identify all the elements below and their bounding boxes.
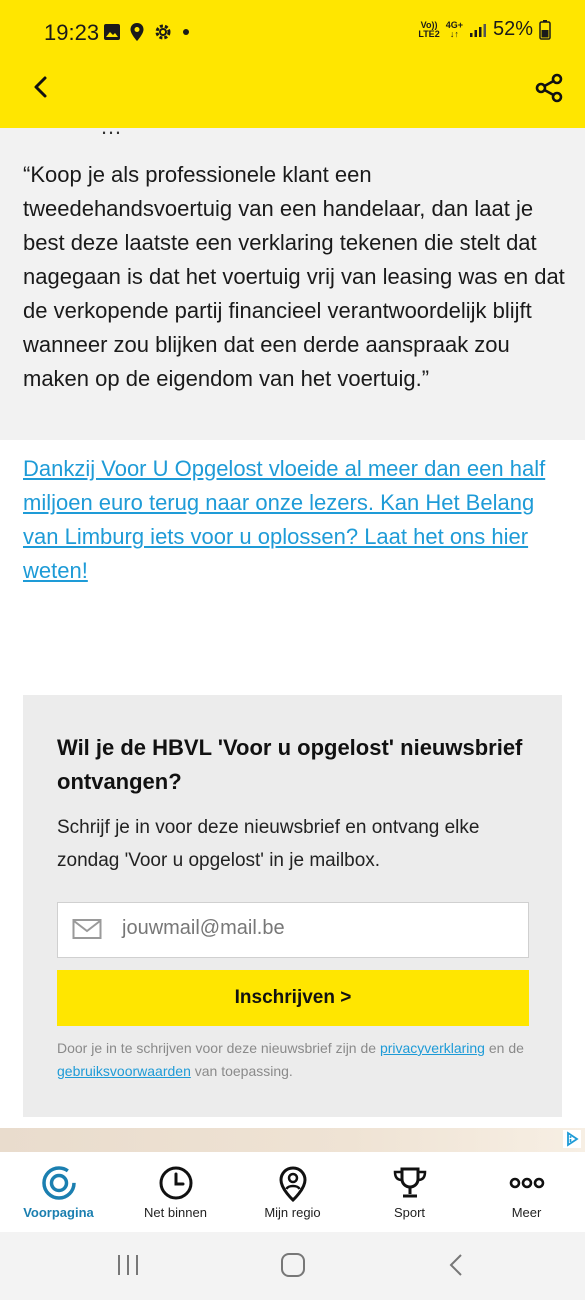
status-time: 19:23: [44, 20, 100, 45]
ad-banner[interactable]: [0, 1128, 585, 1152]
bottom-navigation: Voorpagina Net binnen Mijn regio Sport M…: [0, 1152, 585, 1232]
system-back-icon[interactable]: [446, 1252, 466, 1278]
clock-icon: [159, 1166, 192, 1200]
header: 19:23 Vo)) LTE2 4G+ ↓↑ 52%: [0, 0, 585, 128]
trophy-icon: [393, 1167, 426, 1198]
email-field[interactable]: jouwmail@mail.be: [57, 902, 529, 958]
battery-percent: 52%: [492, 18, 533, 40]
status-icons: [103, 22, 191, 42]
status-bar: 19:23 Vo)) LTE2 4G+ ↓↑ 52%: [0, 0, 585, 64]
more-dots-icon: [509, 1177, 544, 1189]
share-icon[interactable]: [533, 72, 565, 104]
home-ring-icon: [41, 1166, 76, 1200]
quote-block: … “Koop je als professionele klant een t…: [0, 114, 585, 440]
system-navigation-bar: [0, 1232, 585, 1300]
nav-voorpagina[interactable]: Voorpagina: [0, 1152, 117, 1232]
voor-u-opgelost-link[interactable]: Dankzij Voor U Opgelost vloeide al meer …: [23, 452, 563, 588]
data-indicator: 4G+ ↓↑: [445, 19, 463, 39]
nav-mijn-regio[interactable]: Mijn regio: [234, 1152, 351, 1232]
recent-apps-icon[interactable]: [116, 1252, 140, 1278]
clipped-text: …: [100, 114, 122, 139]
newsletter-legal-text: Door je in te schrijven voor deze nieuws…: [57, 1040, 524, 1079]
privacy-link[interactable]: privacyverklaring: [380, 1040, 485, 1056]
status-right: Vo)) LTE2 4G+ ↓↑ 52%: [418, 18, 551, 41]
subscribe-button[interactable]: Inschrijven >: [57, 970, 529, 1026]
location-icon: [130, 23, 144, 41]
mail-icon: [72, 919, 102, 939]
gallery-icon: [104, 24, 120, 40]
nav-sport[interactable]: Sport: [351, 1152, 468, 1232]
app-bar: [0, 64, 585, 128]
dot-icon: [183, 29, 189, 35]
article-quote: “Koop je als professionele klant een twe…: [23, 162, 565, 391]
volte-indicator: Vo)) LTE2: [418, 19, 440, 39]
home-button-icon[interactable]: [280, 1252, 306, 1278]
nav-meer[interactable]: Meer: [468, 1152, 585, 1232]
battery-icon: [539, 19, 551, 40]
adchoices-icon[interactable]: [563, 1130, 581, 1148]
email-placeholder: jouwmail@mail.be: [122, 917, 285, 939]
location-pin-icon: [278, 1166, 307, 1203]
newsletter-signup: Wil je de HBVL 'Voor u opgelost' nieuwsb…: [23, 695, 562, 1117]
newsletter-description: Schrijf je in voor deze nieuwsbrief en o…: [57, 817, 480, 871]
signal-icon: [469, 23, 486, 37]
settings-icon: [155, 24, 171, 40]
newsletter-title: Wil je de HBVL 'Voor u opgelost' nieuwsb…: [57, 735, 523, 794]
back-arrow-icon[interactable]: [28, 74, 54, 100]
terms-link[interactable]: gebruiksvoorwaarden: [57, 1063, 191, 1079]
nav-net-binnen[interactable]: Net binnen: [117, 1152, 234, 1232]
